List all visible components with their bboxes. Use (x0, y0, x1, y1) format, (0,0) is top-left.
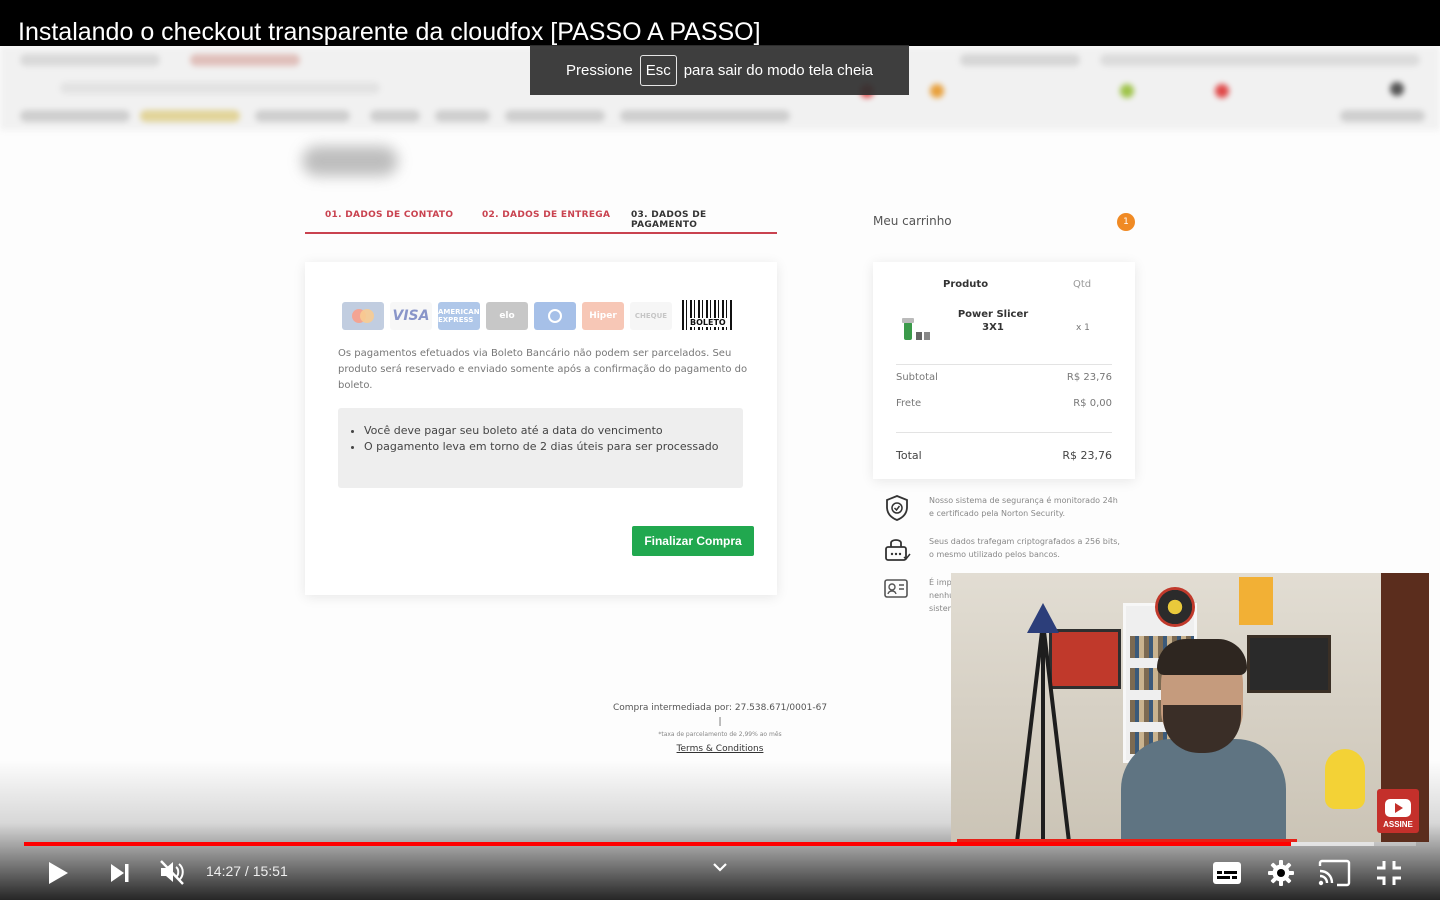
subscribe-label: ASSINE (1383, 820, 1413, 829)
subtitles-button[interactable] (1209, 856, 1245, 890)
elo-icon[interactable]: elo (486, 302, 528, 330)
progress-bar[interactable] (24, 842, 1416, 846)
step-delivery: 02. DADOS DE ENTREGA (482, 210, 611, 220)
security-text: Seus dados trafegam criptografados a 256… (929, 537, 1120, 559)
cast-icon (1318, 859, 1351, 887)
terms-link[interactable]: Terms & Conditions (560, 744, 880, 754)
divider (896, 364, 1112, 365)
volume-muted-icon (160, 860, 184, 885)
cart-title: Meu carrinho (873, 214, 952, 228)
gear-icon (1268, 860, 1294, 886)
visa-icon[interactable]: VISA (390, 302, 432, 330)
security-item-norton: Nosso sistema de segurança é monitorado … (883, 494, 1124, 522)
subtotal-row: Subtotal R$ 23,76 (896, 372, 1112, 383)
time-display: 14:27 / 15:51 (206, 863, 288, 879)
step-payment: 03. DADOS DE PAGAMENTO (631, 210, 707, 230)
settings-button[interactable] (1263, 856, 1299, 890)
store-logo (302, 146, 398, 176)
esc-key-badge: Esc (639, 54, 677, 86)
amex-icon[interactable]: AMERICAN EXPRESS (438, 302, 480, 330)
video-frame[interactable]: Instalando o checkout transparente da cl… (0, 0, 1440, 900)
divider (896, 432, 1112, 433)
product-name: Power Slicer 3X1 (957, 309, 1029, 333)
boleto-note: Os pagamentos efetuados via Boleto Bancá… (338, 348, 748, 391)
play-icon (49, 862, 68, 884)
subtotal-label: Subtotal (896, 372, 938, 383)
subtotal-value: R$ 23,76 (1066, 372, 1112, 383)
intermediary-text: Compra intermediada por: 27.538.671/0001… (612, 703, 828, 713)
mute-button[interactable] (154, 854, 190, 890)
info-item: Você deve pagar seu boleto até a data do… (364, 423, 729, 439)
boleto-icon[interactable]: BOLETO (682, 300, 732, 332)
total-value: R$ 23,76 (1062, 449, 1112, 462)
expand-chapters-button[interactable] (707, 858, 733, 876)
shipping-label: Frete (896, 398, 922, 409)
exit-fullscreen-icon (1377, 861, 1401, 885)
product-image (898, 316, 934, 344)
cielo-icon[interactable]: CHEQUE (630, 302, 672, 330)
diners-icon[interactable] (534, 302, 576, 330)
subscribe-watermark[interactable]: ASSINE (1377, 789, 1419, 833)
youtube-icon (1385, 799, 1411, 817)
fee-note: *taxa de parcelamento de 2,99% ao mês (658, 731, 782, 738)
chevron-down-icon (713, 863, 727, 872)
step-contact: 01. DADOS DE CONTATO (325, 210, 454, 220)
payment-card: VISA AMERICAN EXPRESS elo Hiper CHEQUE B… (305, 262, 777, 595)
payment-methods: VISA AMERICAN EXPRESS elo Hiper CHEQUE B… (342, 300, 732, 332)
info-item: O pagamento leva em torno de 2 dias útei… (364, 439, 729, 455)
boleto-info-box: Você deve pagar seu boleto até a data do… (338, 408, 743, 488)
webcam-minion-toy (1325, 749, 1365, 809)
skip-next-icon (111, 864, 129, 882)
webcam-tripod (1015, 603, 1071, 842)
cart-col-qty: Qtd (1073, 279, 1092, 290)
toast-text-after: para sair do modo tela cheia (683, 61, 873, 79)
security-text: Nosso sistema de segurança é monitorado … (929, 496, 1118, 518)
play-button[interactable] (40, 856, 76, 890)
subtitles-icon (1213, 862, 1241, 884)
total-row: Total R$ 23,76 (896, 449, 1112, 462)
shipping-value: R$ 0,00 (1073, 398, 1112, 409)
lock-icon (885, 539, 911, 561)
webcam-dartboard (1155, 587, 1195, 627)
progress-played (24, 842, 1291, 846)
checkout-steps: 01. DADOS DE CONTATO 02. DADOS DE ENTREG… (305, 210, 777, 234)
finalize-purchase-button[interactable]: Finalizar Compra (632, 526, 754, 556)
product-qty: x 1 (1076, 323, 1090, 333)
shipping-row: Frete R$ 0,00 (896, 398, 1112, 409)
cart-count-badge: 1 (1117, 213, 1135, 231)
cart-col-product: Produto (943, 279, 989, 290)
toast-text-before: Pressione (566, 61, 633, 79)
webcam-wifi-sign (1239, 577, 1273, 625)
security-item-encryption: Seus dados trafegam criptografados a 256… (883, 535, 1124, 563)
webcam-presenter (1121, 639, 1286, 842)
footer-separator: | (718, 717, 722, 727)
mastercard-icon[interactable] (342, 302, 384, 330)
webcam-overlay: ASSINE (951, 573, 1429, 842)
fullscreen-exit-toast: Pressione Esc para sair do modo tela che… (530, 45, 909, 95)
shield-check-icon (886, 495, 908, 521)
boleto-label: BOLETO (688, 318, 728, 327)
exit-fullscreen-button[interactable] (1371, 856, 1407, 890)
video-title[interactable]: Instalando o checkout transparente da cl… (18, 18, 761, 47)
id-card-icon (884, 579, 908, 598)
cart-summary: Produto Qtd Power Slicer 3X1 x 1 Subtota… (873, 262, 1135, 479)
cast-button[interactable] (1316, 856, 1352, 890)
next-button[interactable] (102, 856, 138, 890)
hipercard-icon[interactable]: Hiper (582, 302, 624, 330)
total-label: Total (896, 449, 922, 462)
